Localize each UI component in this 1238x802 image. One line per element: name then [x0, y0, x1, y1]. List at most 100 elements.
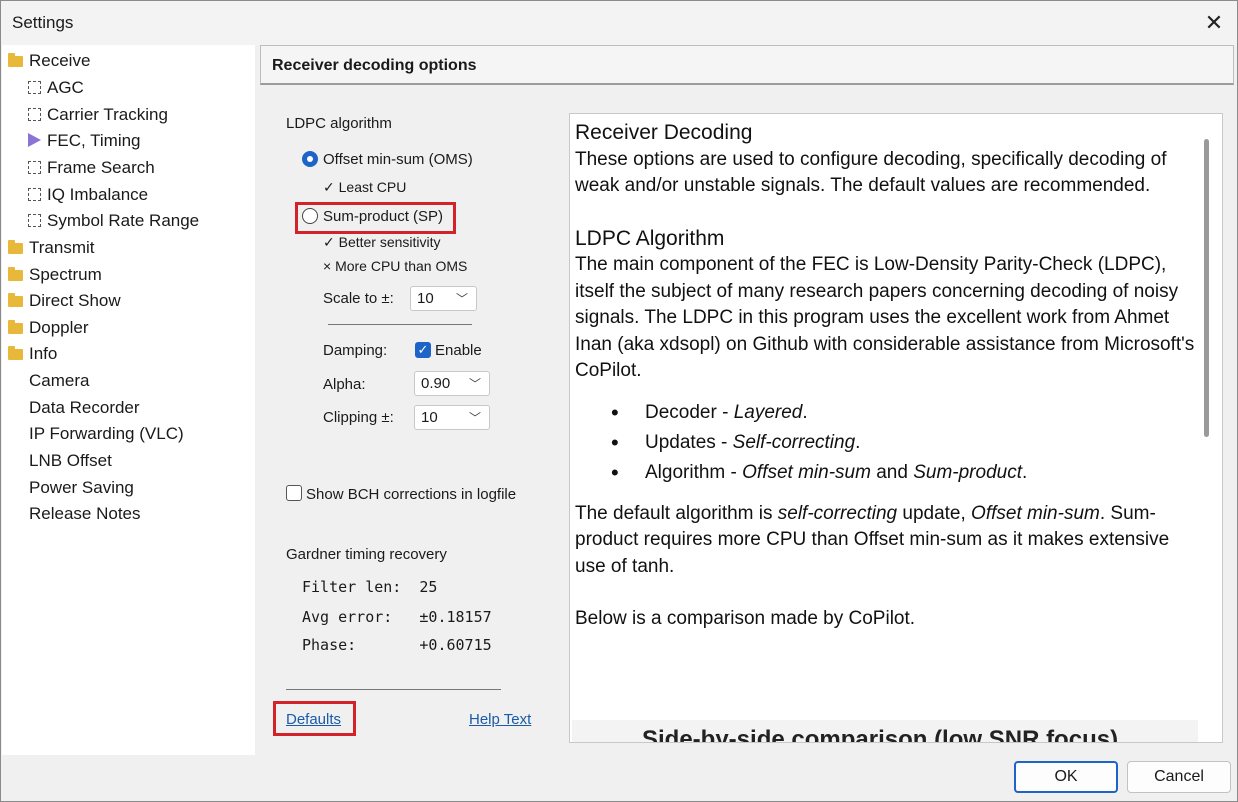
chevron-down-icon: ﹀ [455, 292, 468, 306]
tree-item-label: Data Recorder [29, 398, 140, 417]
selected-arrow-icon [28, 133, 41, 147]
cancel-button[interactable]: Cancel [1127, 761, 1231, 793]
sp-radio[interactable] [302, 208, 318, 224]
tree-item-label: Direct Show [29, 291, 121, 310]
tree-item-transmit[interactable]: Transmit [8, 236, 95, 260]
help-text-link[interactable]: Help Text [469, 711, 531, 728]
page-icon [28, 214, 41, 227]
tree-item-label: AGC [47, 78, 84, 97]
chevron-down-icon: ﹀ [468, 377, 481, 391]
oms-note: ✓ Least CPU [323, 179, 407, 195]
bch-checkbox[interactable] [286, 485, 302, 501]
tree-item-label: Info [29, 344, 58, 363]
damping-label: Damping: [323, 342, 388, 359]
help-paragraph: These options are used to configure deco… [575, 148, 1167, 197]
tree-item-receive[interactable]: Receive [8, 49, 90, 73]
damping-enable-label[interactable]: Enable [435, 342, 482, 359]
tree-item-label: Receive [29, 51, 91, 70]
gardner-phase: Phase: +0.60715 [302, 636, 492, 654]
gardner-group-label: Gardner timing recovery [286, 546, 447, 563]
sp-note-sensitivity: ✓ Better sensitivity [323, 234, 441, 250]
tree-item-label: IP Forwarding (VLC) [29, 424, 184, 443]
tree-item-label: IQ Imbalance [47, 185, 149, 204]
help-paragraph: The main component of the FEC is Low-Den… [575, 254, 1195, 381]
sp-label[interactable]: Sum-product (SP) [323, 208, 443, 225]
folder-icon [8, 240, 23, 254]
tree-item-spectrum[interactable]: Spectrum [8, 263, 102, 287]
scale-label: Scale to ±: [323, 290, 394, 307]
tree-item-label: Carrier Tracking [47, 105, 168, 124]
list-item: Decoder - Layered. [575, 398, 1195, 428]
help-heading: Receiver Decoding [575, 121, 753, 144]
tree-item-ip-forwarding[interactable]: IP Forwarding (VLC) [29, 422, 184, 446]
alpha-combo[interactable]: 0.90 ﹀ [414, 371, 490, 396]
alpha-value: 0.90 [421, 375, 451, 392]
title-bar: Settings ✕ [1, 1, 1237, 45]
tree-item-agc[interactable]: AGC [28, 76, 84, 100]
tree-item-power-saving[interactable]: Power Saving [29, 476, 134, 500]
tree-item-label: Frame Search [47, 158, 155, 177]
folder-icon [8, 346, 23, 360]
tree-item-iq-imbalance[interactable]: IQ Imbalance [28, 183, 148, 207]
tree-item-label: Release Notes [29, 504, 141, 523]
tree-item-label: Doppler [29, 318, 89, 337]
tree-item-camera[interactable]: Camera [29, 369, 89, 393]
folder-icon [8, 267, 23, 281]
help-text-pane[interactable]: Receiver Decoding These options are used… [569, 113, 1223, 743]
gardner-filter-len: Filter len: 25 [302, 578, 438, 596]
tree-item-label: LNB Offset [29, 451, 112, 470]
chevron-down-icon: ﹀ [468, 411, 481, 425]
tree-item-lnb-offset[interactable]: LNB Offset [29, 449, 112, 473]
oms-radio[interactable] [302, 151, 318, 167]
ldpc-group-label: LDPC algorithm [286, 115, 392, 132]
folder-icon [8, 320, 23, 334]
comparison-heading-partial: Side-by-side comparison (low SNR focus) [572, 720, 1198, 743]
tree-item-frame-search[interactable]: Frame Search [28, 156, 155, 180]
scale-value: 10 [417, 290, 434, 307]
tree-item-symbol-rate-range[interactable]: Symbol Rate Range [28, 209, 199, 233]
alpha-label: Alpha: [323, 376, 366, 393]
window-title: Settings [12, 13, 74, 32]
clipping-label: Clipping ±: [323, 409, 394, 426]
page-icon [28, 188, 41, 201]
tree-item-carrier-tracking[interactable]: Carrier Tracking [28, 103, 168, 127]
settings-window: Settings ✕ Receive AGC Carrier Tracking … [0, 0, 1238, 802]
tree-item-label: Camera [29, 371, 90, 390]
help-paragraph: The default algorithm is self-correcting… [575, 502, 1170, 577]
list-item: Updates - Self-correcting. [575, 428, 1195, 458]
folder-icon [8, 53, 23, 67]
ok-button[interactable]: OK [1014, 761, 1118, 793]
close-icon[interactable]: ✕ [1191, 1, 1237, 45]
comparison-heading: Side-by-side comparison (low SNR focus) [642, 726, 1119, 743]
defaults-link[interactable]: Defaults [286, 711, 341, 728]
tree-item-label: Power Saving [29, 478, 134, 497]
gardner-avg-error: Avg error: ±0.18157 [302, 608, 492, 626]
tree-item-fec-timing[interactable]: FEC, Timing [28, 129, 141, 153]
tree-item-label: FEC, Timing [47, 131, 141, 150]
tree-item-label: Symbol Rate Range [47, 211, 200, 230]
page-icon [28, 161, 41, 174]
help-bullet-list: Decoder - Layered. Updates - Self-correc… [575, 398, 1195, 488]
bch-label[interactable]: Show BCH corrections in logfile [306, 486, 516, 503]
clipping-combo[interactable]: 10 ﹀ [414, 405, 490, 430]
help-content: Receiver Decoding These options are used… [575, 120, 1195, 633]
settings-tree: Receive AGC Carrier Tracking FEC, Timing… [2, 45, 255, 755]
tree-item-data-recorder[interactable]: Data Recorder [29, 396, 140, 420]
folder-icon [8, 293, 23, 307]
oms-label[interactable]: Offset min-sum (OMS) [323, 151, 473, 168]
help-paragraph: Below is a comparison made by CoPilot. [575, 608, 916, 629]
panel-header: Receiver decoding options [260, 45, 1234, 85]
list-item: Algorithm - Offset min-sum and Sum-produ… [575, 458, 1195, 488]
page-icon [28, 81, 41, 94]
help-heading: LDPC Algorithm [575, 226, 725, 250]
clipping-value: 10 [421, 409, 438, 426]
page-icon [28, 108, 41, 121]
damping-enable-checkbox[interactable]: ✓ [415, 342, 431, 358]
tree-item-direct-show[interactable]: Direct Show [8, 289, 121, 313]
divider [286, 689, 501, 690]
tree-item-release-notes[interactable]: Release Notes [29, 502, 141, 526]
scrollbar-thumb[interactable] [1204, 139, 1209, 437]
tree-item-doppler[interactable]: Doppler [8, 316, 89, 340]
scale-combo[interactable]: 10 ﹀ [410, 286, 477, 311]
tree-item-info[interactable]: Info [8, 342, 57, 366]
